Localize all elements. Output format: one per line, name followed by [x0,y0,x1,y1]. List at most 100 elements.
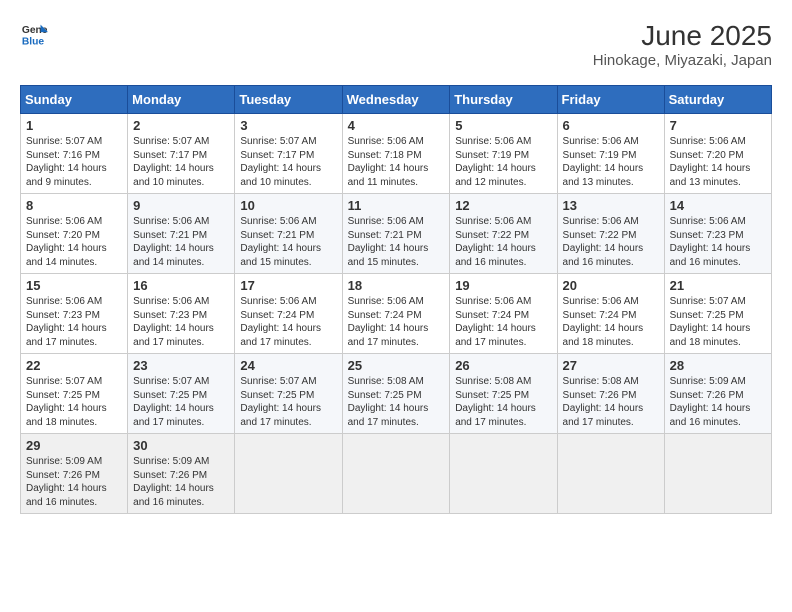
title-block: June 2025 Hinokage, Miyazaki, Japan [593,20,772,69]
cell-content: Sunrise: 5:07 AMSunset: 7:16 PMDaylight:… [26,135,122,189]
calendar-cell [235,434,342,514]
calendar-cell: 10 Sunrise: 5:06 AMSunset: 7:21 PMDaylig… [235,194,342,274]
cell-content: Sunrise: 5:07 AMSunset: 7:25 PMDaylight:… [26,375,122,429]
cell-content: Sunrise: 5:07 AMSunset: 7:25 PMDaylight:… [240,375,336,429]
header-thursday: Thursday [450,86,557,114]
cell-content: Sunrise: 5:07 AMSunset: 7:25 PMDaylight:… [670,295,766,349]
calendar-cell: 19 Sunrise: 5:06 AMSunset: 7:24 PMDaylig… [450,274,557,354]
calendar-cell: 12 Sunrise: 5:06 AMSunset: 7:22 PMDaylig… [450,194,557,274]
day-number: 29 [26,438,122,453]
day-number: 14 [670,198,766,213]
day-number: 9 [133,198,229,213]
cell-content: Sunrise: 5:06 AMSunset: 7:23 PMDaylight:… [670,215,766,269]
calendar-cell: 22 Sunrise: 5:07 AMSunset: 7:25 PMDaylig… [21,354,128,434]
day-number: 26 [455,358,551,373]
page-title: June 2025 [593,20,772,52]
calendar-cell: 23 Sunrise: 5:07 AMSunset: 7:25 PMDaylig… [128,354,235,434]
calendar-cell: 18 Sunrise: 5:06 AMSunset: 7:24 PMDaylig… [342,274,450,354]
calendar-cell: 4 Sunrise: 5:06 AMSunset: 7:18 PMDayligh… [342,114,450,194]
header-monday: Monday [128,86,235,114]
day-number: 19 [455,278,551,293]
calendar-cell: 29 Sunrise: 5:09 AMSunset: 7:26 PMDaylig… [21,434,128,514]
calendar-cell: 2 Sunrise: 5:07 AMSunset: 7:17 PMDayligh… [128,114,235,194]
day-number: 8 [26,198,122,213]
day-number: 22 [26,358,122,373]
day-number: 13 [563,198,659,213]
calendar-cell: 7 Sunrise: 5:06 AMSunset: 7:20 PMDayligh… [664,114,771,194]
day-number: 17 [240,278,336,293]
cell-content: Sunrise: 5:07 AMSunset: 7:25 PMDaylight:… [133,375,229,429]
cell-content: Sunrise: 5:09 AMSunset: 7:26 PMDaylight:… [26,455,122,509]
day-number: 15 [26,278,122,293]
calendar-cell: 14 Sunrise: 5:06 AMSunset: 7:23 PMDaylig… [664,194,771,274]
calendar-cell: 21 Sunrise: 5:07 AMSunset: 7:25 PMDaylig… [664,274,771,354]
day-number: 6 [563,118,659,133]
day-number: 4 [348,118,445,133]
cell-content: Sunrise: 5:09 AMSunset: 7:26 PMDaylight:… [670,375,766,429]
header-sunday: Sunday [21,86,128,114]
cell-content: Sunrise: 5:06 AMSunset: 7:19 PMDaylight:… [563,135,659,189]
calendar-week-row: 22 Sunrise: 5:07 AMSunset: 7:25 PMDaylig… [21,354,772,434]
header-wednesday: Wednesday [342,86,450,114]
calendar-cell: 11 Sunrise: 5:06 AMSunset: 7:21 PMDaylig… [342,194,450,274]
day-number: 10 [240,198,336,213]
calendar-cell: 8 Sunrise: 5:06 AMSunset: 7:20 PMDayligh… [21,194,128,274]
cell-content: Sunrise: 5:08 AMSunset: 7:25 PMDaylight:… [455,375,551,429]
day-number: 11 [348,198,445,213]
day-number: 23 [133,358,229,373]
calendar-header-row: SundayMondayTuesdayWednesdayThursdayFrid… [21,86,772,114]
cell-content: Sunrise: 5:06 AMSunset: 7:20 PMDaylight:… [26,215,122,269]
day-number: 5 [455,118,551,133]
day-number: 16 [133,278,229,293]
day-number: 7 [670,118,766,133]
calendar-cell: 26 Sunrise: 5:08 AMSunset: 7:25 PMDaylig… [450,354,557,434]
calendar-cell: 28 Sunrise: 5:09 AMSunset: 7:26 PMDaylig… [664,354,771,434]
day-number: 30 [133,438,229,453]
calendar-cell: 27 Sunrise: 5:08 AMSunset: 7:26 PMDaylig… [557,354,664,434]
header-tuesday: Tuesday [235,86,342,114]
calendar-cell: 3 Sunrise: 5:07 AMSunset: 7:17 PMDayligh… [235,114,342,194]
day-number: 20 [563,278,659,293]
calendar-cell: 20 Sunrise: 5:06 AMSunset: 7:24 PMDaylig… [557,274,664,354]
day-number: 27 [563,358,659,373]
page-header: General Blue June 2025 Hinokage, Miyazak… [20,20,772,69]
calendar-cell [450,434,557,514]
day-number: 21 [670,278,766,293]
day-number: 12 [455,198,551,213]
calendar-cell: 24 Sunrise: 5:07 AMSunset: 7:25 PMDaylig… [235,354,342,434]
cell-content: Sunrise: 5:06 AMSunset: 7:23 PMDaylight:… [133,295,229,349]
calendar-cell: 15 Sunrise: 5:06 AMSunset: 7:23 PMDaylig… [21,274,128,354]
svg-text:Blue: Blue [22,36,45,47]
day-number: 28 [670,358,766,373]
header-friday: Friday [557,86,664,114]
day-number: 18 [348,278,445,293]
day-number: 3 [240,118,336,133]
calendar-cell: 17 Sunrise: 5:06 AMSunset: 7:24 PMDaylig… [235,274,342,354]
cell-content: Sunrise: 5:06 AMSunset: 7:24 PMDaylight:… [348,295,445,349]
cell-content: Sunrise: 5:06 AMSunset: 7:18 PMDaylight:… [348,135,445,189]
calendar-week-row: 29 Sunrise: 5:09 AMSunset: 7:26 PMDaylig… [21,434,772,514]
calendar-week-row: 8 Sunrise: 5:06 AMSunset: 7:20 PMDayligh… [21,194,772,274]
cell-content: Sunrise: 5:06 AMSunset: 7:24 PMDaylight:… [563,295,659,349]
cell-content: Sunrise: 5:06 AMSunset: 7:22 PMDaylight:… [563,215,659,269]
header-saturday: Saturday [664,86,771,114]
calendar-cell: 1 Sunrise: 5:07 AMSunset: 7:16 PMDayligh… [21,114,128,194]
logo: General Blue [20,20,48,48]
cell-content: Sunrise: 5:06 AMSunset: 7:20 PMDaylight:… [670,135,766,189]
cell-content: Sunrise: 5:06 AMSunset: 7:24 PMDaylight:… [240,295,336,349]
cell-content: Sunrise: 5:06 AMSunset: 7:21 PMDaylight:… [348,215,445,269]
calendar-cell: 6 Sunrise: 5:06 AMSunset: 7:19 PMDayligh… [557,114,664,194]
calendar-cell [342,434,450,514]
day-number: 24 [240,358,336,373]
calendar-table: SundayMondayTuesdayWednesdayThursdayFrid… [20,85,772,514]
calendar-cell: 25 Sunrise: 5:08 AMSunset: 7:25 PMDaylig… [342,354,450,434]
calendar-cell: 13 Sunrise: 5:06 AMSunset: 7:22 PMDaylig… [557,194,664,274]
cell-content: Sunrise: 5:06 AMSunset: 7:23 PMDaylight:… [26,295,122,349]
cell-content: Sunrise: 5:06 AMSunset: 7:19 PMDaylight:… [455,135,551,189]
calendar-week-row: 15 Sunrise: 5:06 AMSunset: 7:23 PMDaylig… [21,274,772,354]
calendar-cell: 30 Sunrise: 5:09 AMSunset: 7:26 PMDaylig… [128,434,235,514]
calendar-cell: 5 Sunrise: 5:06 AMSunset: 7:19 PMDayligh… [450,114,557,194]
page-subtitle: Hinokage, Miyazaki, Japan [593,52,772,69]
day-number: 1 [26,118,122,133]
cell-content: Sunrise: 5:06 AMSunset: 7:21 PMDaylight:… [133,215,229,269]
